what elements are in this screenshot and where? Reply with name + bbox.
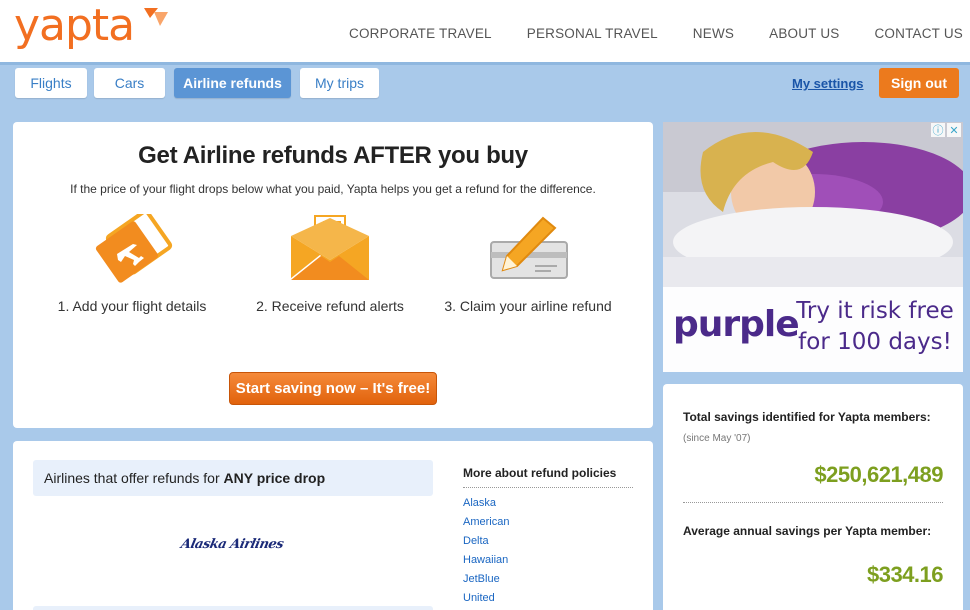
start-saving-button[interactable]: Start saving now – It's free!	[229, 372, 437, 405]
nav-personal-travel[interactable]: PERSONAL TRAVEL	[527, 26, 658, 41]
link-american[interactable]: American	[463, 513, 509, 532]
next-section-header	[33, 606, 433, 610]
my-settings-link[interactable]: My settings	[792, 76, 864, 91]
average-savings-label: Average annual savings per Yapta member:	[683, 524, 932, 538]
nav-corporate-travel[interactable]: CORPORATE TRAVEL	[349, 26, 492, 41]
total-savings-value: $250,621,489	[814, 462, 943, 487]
any-price-drop-header: Airlines that offer refunds for ANY pric…	[33, 460, 433, 496]
nav-contact-us[interactable]: CONTACT US	[874, 26, 963, 41]
step-claim-refund: 3. Claim your airline refund	[428, 214, 628, 314]
refund-policy-links: Alaska American Delta Hawaiian JetBlue U…	[463, 494, 509, 608]
ad-copy-line-2: for 100 days!	[798, 329, 952, 355]
link-delta[interactable]: Delta	[463, 532, 509, 551]
hero-title: Get Airline refunds AFTER you buy	[138, 142, 528, 169]
step-3-label: 3. Claim your airline refund	[444, 298, 612, 314]
nav-news[interactable]: NEWS	[693, 26, 734, 41]
alaska-airlines-logo[interactable]: Alaska Airlines	[179, 537, 284, 552]
link-jetblue[interactable]: JetBlue	[463, 570, 509, 589]
info-icon[interactable]: ⓘ	[931, 123, 945, 137]
tab-cars[interactable]: Cars	[94, 68, 165, 98]
average-savings-value: $334.16	[866, 562, 944, 587]
ad-brand: purple	[673, 304, 800, 345]
savings-stats-panel: Total savings identified for Yapta membe…	[663, 384, 963, 610]
total-savings-label: Total savings identified for Yapta membe…	[683, 410, 931, 424]
refund-box-prefix: Airlines that offer refunds for	[44, 470, 224, 486]
logo-mark-icon	[144, 8, 168, 26]
hero-subtitle: If the price of your flight drops below …	[70, 182, 596, 196]
step-refund-alerts: 2. Receive refund alerts	[230, 214, 430, 314]
tab-airline-refunds[interactable]: Airline refunds	[174, 68, 291, 98]
ad-controls: ⓘ ✕	[931, 123, 961, 137]
close-icon[interactable]: ✕	[947, 123, 961, 137]
total-savings-note: (since May '07)	[683, 433, 751, 444]
envelope-icon	[290, 215, 369, 282]
link-united[interactable]: United	[463, 589, 509, 608]
ticket-icon	[95, 214, 173, 283]
step-1-label: 1. Add your flight details	[57, 298, 207, 314]
purple-ad-banner[interactable]: ⓘ ✕ purple Try it risk free for 100 days…	[663, 122, 963, 372]
link-alaska[interactable]: Alaska	[463, 494, 509, 513]
more-refund-policies-title: More about refund policies	[463, 466, 633, 488]
yapta-logo[interactable]: yapta	[14, 0, 168, 52]
tab-flights[interactable]: Flights	[15, 68, 87, 98]
nav-about-us[interactable]: ABOUT US	[769, 26, 839, 41]
step-add-flight: 1. Add your flight details	[32, 214, 232, 314]
refund-policies-panel: Airlines that offer refunds for ANY pric…	[13, 441, 653, 610]
savings-divider	[683, 502, 943, 503]
ad-copy-line-1: Try it risk free	[796, 298, 954, 324]
top-nav: CORPORATE TRAVEL PERSONAL TRAVEL NEWS AB…	[314, 26, 963, 41]
refund-hero-panel: Get Airline refunds AFTER you buy If the…	[13, 122, 653, 428]
refund-box-bold: ANY price drop	[223, 470, 326, 486]
step-2-label: 2. Receive refund alerts	[256, 298, 404, 314]
ad-copy: Try it risk free for 100 days!	[795, 296, 955, 358]
pencil-check-icon	[490, 216, 568, 279]
logo-text: yapta	[14, 0, 135, 51]
tab-my-trips[interactable]: My trips	[300, 68, 379, 98]
site-header: yapta CORPORATE TRAVEL PERSONAL TRAVEL N…	[0, 0, 970, 65]
link-hawaiian[interactable]: Hawaiian	[463, 551, 509, 570]
sign-out-button[interactable]: Sign out	[879, 68, 959, 98]
